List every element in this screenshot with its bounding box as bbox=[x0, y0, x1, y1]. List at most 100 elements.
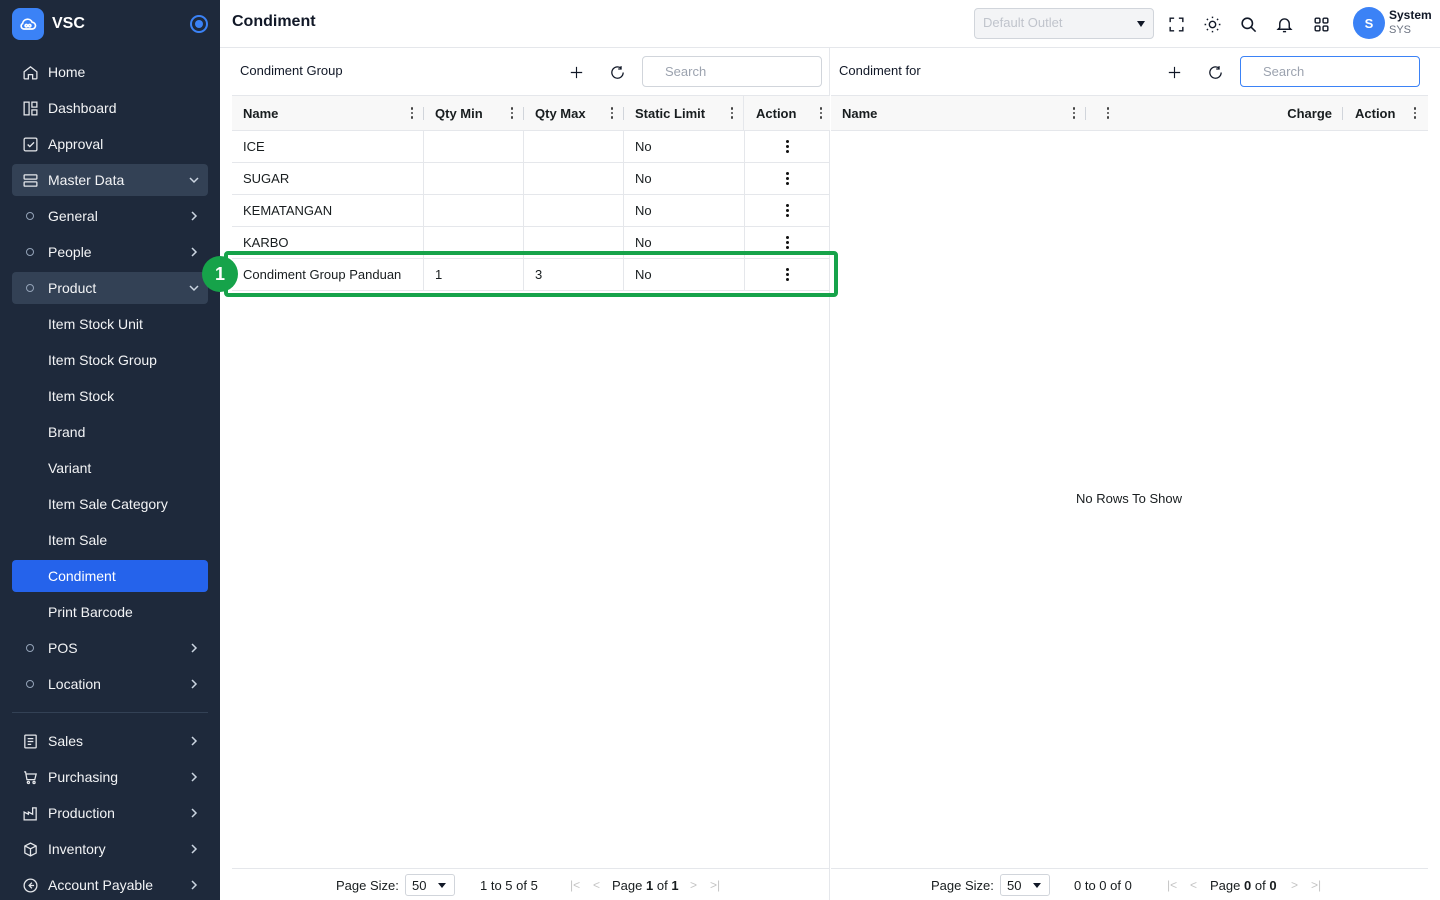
fullscreen-icon[interactable] bbox=[1165, 13, 1187, 35]
sidebar-item-item-sale-category[interactable]: Item Sale Category bbox=[12, 488, 208, 520]
cell-qty-min bbox=[424, 131, 524, 162]
sidebar-item-item-stock-group[interactable]: Item Stock Group bbox=[12, 344, 208, 376]
column-menu-icon[interactable] bbox=[1413, 107, 1416, 119]
sidebar-item-variant[interactable]: Variant bbox=[12, 452, 208, 484]
sidebar-item-approval[interactable]: Approval bbox=[12, 128, 208, 160]
sidebar-item-print-barcode[interactable]: Print Barcode bbox=[12, 596, 208, 628]
search-icon[interactable] bbox=[1237, 13, 1259, 35]
add-icon[interactable] bbox=[565, 61, 587, 83]
sidebar-item-label: Master Data bbox=[48, 172, 125, 188]
column-header-static-limit[interactable]: Static Limit bbox=[624, 96, 743, 130]
empty-state-message: No Rows To Show bbox=[1076, 491, 1182, 506]
sidebar-item-general[interactable]: General bbox=[12, 200, 208, 232]
chevron-right-icon bbox=[180, 210, 208, 222]
sidebar-item-location[interactable]: Location bbox=[12, 668, 208, 700]
cell-qty-min bbox=[424, 195, 524, 226]
prev-page-icon[interactable]: < bbox=[1190, 878, 1197, 892]
user-menu[interactable]: S System SYS bbox=[1353, 7, 1432, 39]
cell-static-limit: No bbox=[624, 131, 745, 162]
row-action-menu-icon[interactable] bbox=[786, 140, 789, 153]
sidebar-item-pos[interactable]: POS bbox=[12, 632, 208, 664]
next-page-icon[interactable]: > bbox=[1291, 878, 1298, 892]
column-header-blank[interactable] bbox=[1086, 96, 1119, 130]
table-row[interactable]: KEMATANGAN No bbox=[232, 195, 830, 227]
sidebar-item-inventory[interactable]: Inventory bbox=[12, 833, 208, 865]
last-page-icon[interactable]: >| bbox=[710, 878, 720, 892]
refresh-icon[interactable] bbox=[1204, 61, 1226, 83]
column-header-qty-max[interactable]: Qty Max bbox=[524, 96, 623, 130]
sidebar-item-label: People bbox=[48, 244, 92, 260]
dashboard-icon bbox=[12, 100, 48, 117]
column-header-label: Action bbox=[756, 105, 797, 121]
sidebar-item-label: Home bbox=[48, 64, 86, 80]
first-page-icon[interactable]: |< bbox=[570, 878, 580, 892]
total-pages: 0 bbox=[1269, 878, 1277, 893]
sidebar-item-sales[interactable]: Sales bbox=[12, 725, 208, 757]
sidebar-item-account-payable[interactable]: Account Payable bbox=[12, 869, 208, 900]
column-header-name[interactable]: Name bbox=[831, 96, 1085, 130]
column-menu-icon[interactable] bbox=[610, 107, 613, 119]
apps-grid-icon[interactable] bbox=[1310, 13, 1332, 35]
sidebar-item-label: Sales bbox=[48, 733, 84, 749]
cell-name: SUGAR bbox=[232, 163, 424, 194]
caret-down-icon bbox=[438, 883, 446, 888]
column-header-charge[interactable]: Charge bbox=[1120, 96, 1342, 130]
avatar: S bbox=[1353, 7, 1385, 39]
add-icon[interactable] bbox=[1163, 61, 1185, 83]
pagination-footer: Page Size: 50 0 to 0 of 0 |< < Page 0 of… bbox=[831, 868, 1428, 900]
sun-icon[interactable] bbox=[1201, 13, 1223, 35]
sidebar-item-production[interactable]: Production bbox=[12, 797, 208, 829]
condiment-for-grid: Name Charge Action bbox=[831, 95, 1428, 131]
column-header-qty-min[interactable]: Qty Min bbox=[424, 96, 523, 130]
row-action-menu-icon[interactable] bbox=[786, 204, 789, 217]
column-header-action[interactable]: Action bbox=[745, 96, 830, 130]
column-menu-icon[interactable] bbox=[1106, 107, 1109, 119]
page-indicator: Page 0 of 0 bbox=[1210, 878, 1277, 893]
sidebar-item-product[interactable]: Product bbox=[12, 272, 208, 304]
row-action-menu-icon[interactable] bbox=[786, 236, 789, 249]
sidebar-item-item-stock-unit[interactable]: Item Stock Unit bbox=[12, 308, 208, 340]
sidebar-toggle-icon[interactable] bbox=[190, 15, 208, 33]
sidebar-item-label: General bbox=[48, 208, 98, 224]
sidebar-item-item-sale[interactable]: Item Sale bbox=[12, 524, 208, 556]
page-size-select[interactable]: 50 bbox=[405, 874, 455, 896]
column-menu-icon[interactable] bbox=[1072, 107, 1075, 119]
user-name: System bbox=[1389, 8, 1432, 22]
refresh-icon[interactable] bbox=[606, 61, 628, 83]
prev-page-icon[interactable]: < bbox=[593, 878, 600, 892]
column-menu-icon[interactable] bbox=[730, 107, 733, 119]
sidebar-item-dashboard[interactable]: Dashboard bbox=[12, 92, 208, 124]
row-action-menu-icon[interactable] bbox=[786, 172, 789, 185]
sidebar-item-master-data[interactable]: Master Data bbox=[12, 164, 208, 196]
first-page-icon[interactable]: |< bbox=[1167, 878, 1177, 892]
column-header-action[interactable]: Action bbox=[1344, 96, 1428, 130]
table-row[interactable]: ICE No bbox=[232, 131, 830, 163]
column-menu-icon[interactable] bbox=[510, 107, 513, 119]
sidebar-item-home[interactable]: Home bbox=[12, 56, 208, 88]
circle-icon bbox=[26, 644, 34, 652]
sidebar-item-brand[interactable]: Brand bbox=[12, 416, 208, 448]
column-header-label: Action bbox=[1355, 105, 1396, 121]
page-size-select[interactable]: 50 bbox=[1000, 874, 1050, 896]
column-menu-icon[interactable] bbox=[410, 107, 413, 119]
sidebar-item-label: Item Stock Group bbox=[48, 352, 157, 368]
column-menu-icon[interactable] bbox=[819, 107, 822, 119]
column-header-name[interactable]: Name bbox=[232, 96, 423, 130]
sidebar-item-item-stock[interactable]: Item Stock bbox=[12, 380, 208, 412]
page-size-value: 50 bbox=[412, 878, 427, 893]
sidebar-item-condiment[interactable]: Condiment bbox=[12, 560, 208, 592]
sidebar-item-label: Item Stock Unit bbox=[48, 316, 143, 332]
search-input[interactable] bbox=[1240, 56, 1420, 87]
sidebar-item-people[interactable]: People bbox=[12, 236, 208, 268]
next-page-icon[interactable]: > bbox=[690, 878, 697, 892]
circle-icon bbox=[26, 680, 34, 688]
last-page-icon[interactable]: >| bbox=[1311, 878, 1321, 892]
chevron-right-icon bbox=[180, 246, 208, 258]
sidebar-item-purchasing[interactable]: Purchasing bbox=[12, 761, 208, 793]
table-row[interactable]: SUGAR No bbox=[232, 163, 830, 195]
search-input[interactable] bbox=[642, 56, 822, 87]
outlet-select[interactable]: Default Outlet bbox=[974, 8, 1154, 39]
bell-icon[interactable] bbox=[1273, 13, 1295, 35]
cart-icon bbox=[12, 769, 48, 786]
cell-name: KEMATANGAN bbox=[232, 195, 424, 226]
